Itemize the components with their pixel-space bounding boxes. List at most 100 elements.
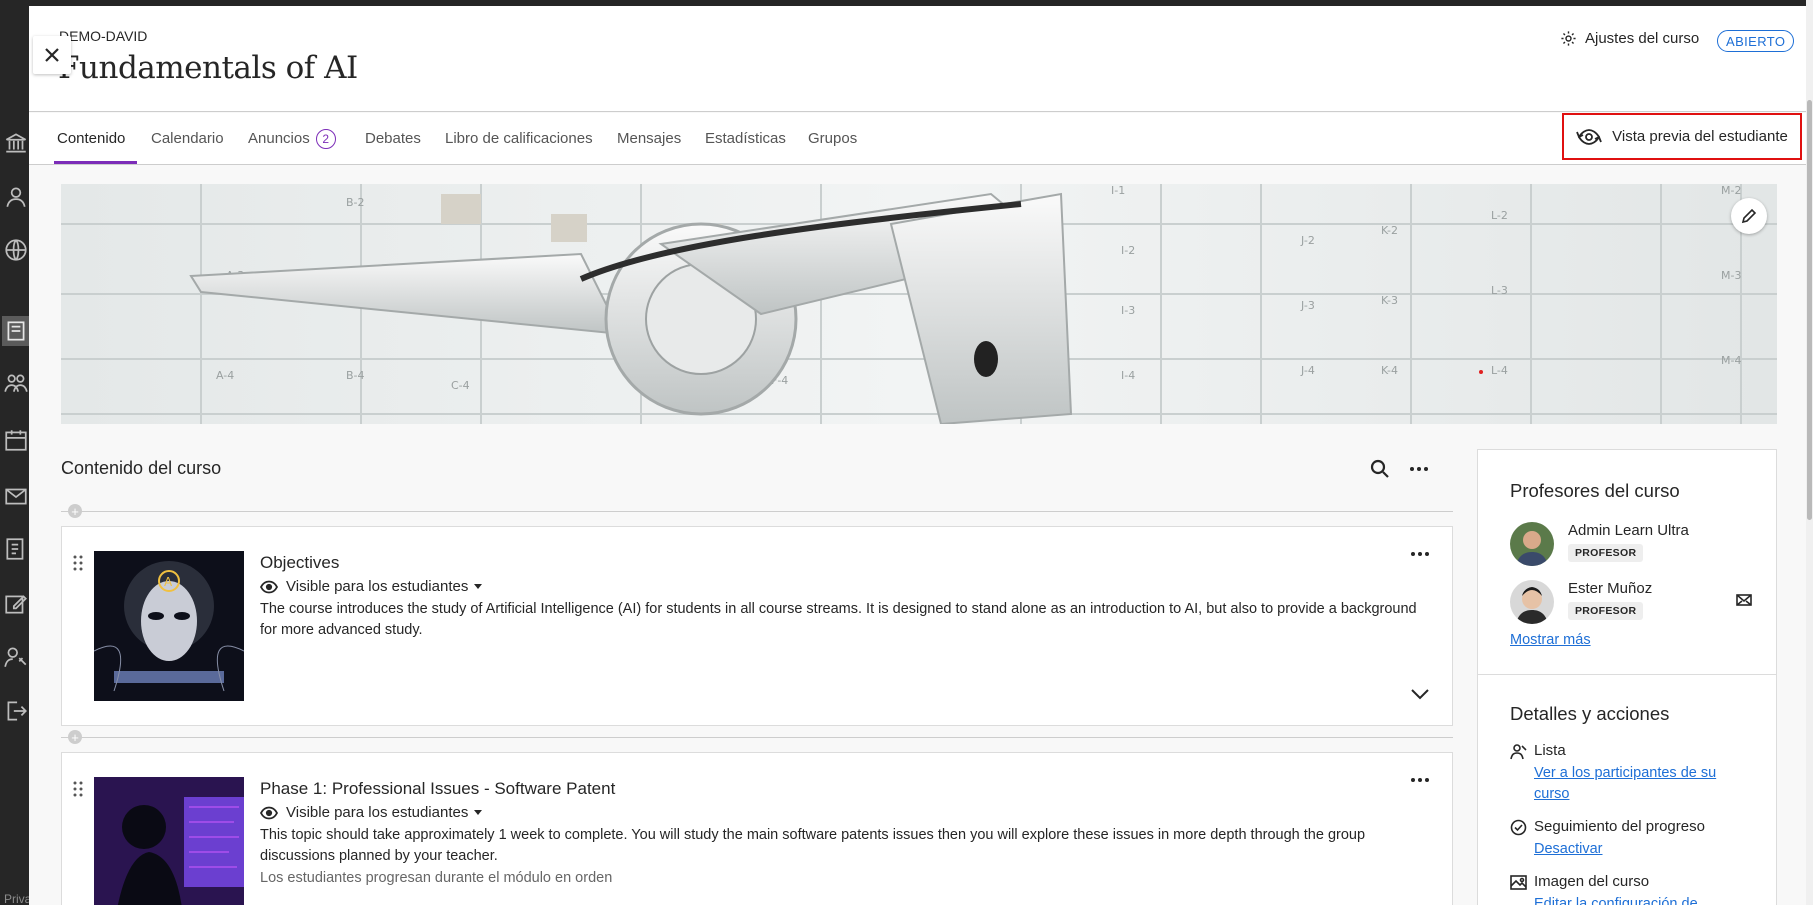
close-icon [45,48,59,62]
gear-icon [1561,31,1576,46]
edit-course-image-link[interactable]: Editar la configuración de [1534,894,1734,905]
show-more-link[interactable]: Mostrar más [1510,632,1591,648]
action-title: Lista [1534,742,1566,759]
tab-debates[interactable]: Debates [365,113,421,164]
more-options-icon[interactable] [1407,458,1431,480]
tab-anuncios[interactable]: Anuncios 2 [248,113,336,164]
course-settings-label: Ajustes del curso [1585,30,1700,47]
visibility-label: Visible para los estudiantes [286,578,469,595]
svg-text:J-4: J-4 [1300,364,1315,377]
privacy-link[interactable]: Priva [4,892,31,905]
svg-text:I-1: I-1 [1111,184,1125,197]
chevron-down-icon [474,584,483,589]
item-thumbnail[interactable] [94,777,244,905]
details-title: Detalles y acciones [1510,703,1670,724]
add-content-button[interactable]: + [68,504,82,518]
visibility-dropdown[interactable]: Visible para los estudiantes [260,578,483,595]
institution-icon[interactable] [2,128,29,158]
instructor-name[interactable]: Admin Learn Ultra [1568,522,1689,539]
item-description: The course introduces the study of Artif… [260,601,1417,638]
tab-gradebook[interactable]: Libro de calificaciones [445,113,593,164]
image-icon [1510,875,1527,890]
svg-text:M-4: M-4 [1721,354,1741,367]
tab-estadisticas[interactable]: Estadísticas [705,113,786,164]
svg-text:L-2: L-2 [1491,209,1508,222]
svg-text:A-4: A-4 [216,369,234,382]
drag-handle-icon[interactable] [73,781,83,797]
add-content-button[interactable]: + [68,730,82,744]
announcement-count-badge: 2 [315,128,336,149]
globe-icon[interactable] [2,235,29,265]
content-item-objectives[interactable]: A Objectives Visible para los estudiante… [61,526,1453,726]
svg-text:I-2: I-2 [1121,244,1135,257]
svg-text:J-3: J-3 [1300,299,1315,312]
status-badge[interactable]: ABIERTO [1717,30,1795,52]
signout-icon[interactable] [2,696,29,726]
content-divider [61,737,1453,738]
svg-text:B-4: B-4 [346,369,365,382]
avatar[interactable] [1510,580,1554,624]
edit-banner-button[interactable] [1731,198,1767,234]
instructor-card[interactable]: Admin Learn Ultra PROFESOR [1510,522,1770,568]
avatar[interactable] [1510,522,1554,566]
item-more-options-icon[interactable] [1409,549,1431,559]
messages-icon[interactable] [2,481,29,511]
item-title[interactable]: Objectives [260,553,339,573]
check-circle-icon [1510,819,1527,836]
global-nav-rail: Priva [0,6,31,905]
svg-text:C-4: C-4 [451,379,470,392]
tools-icon[interactable] [2,642,29,672]
item-description: This topic should take approximately 1 w… [260,827,1366,864]
edit-icon[interactable] [2,589,29,619]
svg-text:M-2: M-2 [1721,184,1741,197]
student-preview-button[interactable]: Vista previa del estudiante [1562,113,1802,160]
expand-chevron-icon[interactable] [1408,687,1432,701]
visibility-label: Visible para los estudiantes [286,804,469,821]
visibility-dropdown[interactable]: Visible para los estudiantes [260,804,483,821]
grades-icon[interactable] [2,534,29,564]
roster-link[interactable]: Ver a los participantes de su curso [1534,763,1734,805]
eye-icon [260,580,278,593]
drag-handle-icon[interactable] [73,555,83,571]
svg-text:J-2: J-2 [1300,234,1315,247]
tab-mensajes[interactable]: Mensajes [617,113,681,164]
svg-text:B-2: B-2 [346,196,365,209]
tab-grupos[interactable]: Grupos [808,113,857,164]
tab-calendario[interactable]: Calendario [151,113,224,164]
scrollbar[interactable] [1806,0,1813,905]
eye-icon [260,806,278,819]
instructors-title: Profesores del curso [1510,480,1680,501]
svg-text:L-4: L-4 [1491,364,1508,377]
role-badge: PROFESOR [1568,544,1644,562]
item-more-options-icon[interactable] [1409,775,1431,785]
close-button[interactable] [33,36,71,74]
course-header: DEMO-DAVID Fundamentals of AI Ajustes de… [29,6,1813,112]
mail-icon[interactable] [1736,593,1752,607]
course-settings-button[interactable]: Ajustes del curso [1560,30,1699,47]
scrollbar-thumb[interactable] [1807,100,1812,520]
course-banner-image: A-3A-4B-2B-4 C-4I-1I-2I-3 I-4J-2J-3J-4 K… [61,184,1777,424]
content-item-phase-1[interactable]: Phase 1: Professional Issues - Software … [61,752,1453,905]
courses-icon[interactable] [2,316,29,346]
search-icon[interactable] [1369,458,1391,480]
organizations-icon[interactable] [2,368,29,398]
course-content-title: Contenido del curso [61,458,222,478]
robot-arm-illustration: A-3A-4B-2B-4 C-4I-1I-2I-3 I-4J-2J-3J-4 K… [61,184,1777,424]
instructor-name[interactable]: Ester Muñoz [1568,580,1652,597]
disable-progress-link[interactable]: Desactivar [1534,839,1734,860]
profile-icon[interactable] [2,182,29,212]
course-nav: Contenido Calendario Anuncios 2 Debates L… [29,113,1813,165]
page-title: Fundamentals of AI [58,50,358,86]
action-title: Imagen del curso [1534,873,1650,890]
svg-text:M-3: M-3 [1721,269,1741,282]
instructor-card[interactable]: Ester Muñoz PROFESOR [1510,580,1770,626]
svg-text:K-3: K-3 [1381,294,1398,307]
calendar-icon[interactable] [2,425,29,455]
tab-contenido[interactable]: Contenido [53,113,138,164]
role-badge: PROFESOR [1568,602,1644,620]
content-divider [61,511,1453,512]
item-title[interactable]: Phase 1: Professional Issues - Software … [260,779,615,799]
course-panel: DEMO-DAVID Fundamentals of AI Ajustes de… [29,6,1813,905]
svg-text:K-2: K-2 [1381,224,1398,237]
item-thumbnail[interactable]: A [94,551,244,701]
